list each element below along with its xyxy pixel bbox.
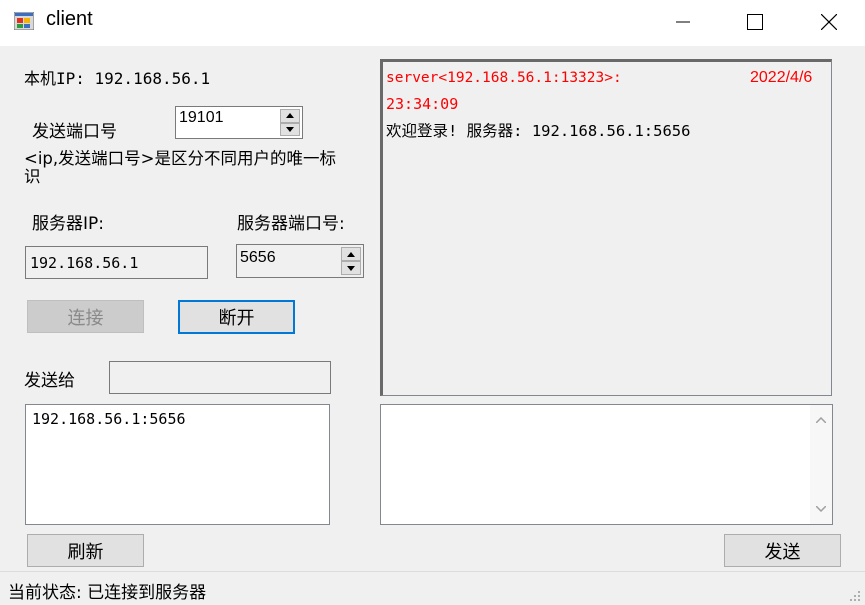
spin-down-button[interactable] xyxy=(341,261,361,275)
caret-down-icon xyxy=(347,265,355,271)
server-port-value: 5656 xyxy=(240,249,276,266)
refresh-button[interactable]: 刷新 xyxy=(27,534,144,567)
message-input[interactable] xyxy=(380,404,833,525)
caret-up-icon xyxy=(286,113,294,119)
send-to-label: 发送给 xyxy=(24,371,75,391)
resize-grip-icon[interactable] xyxy=(849,590,861,602)
send-port-stepper[interactable]: 19101 xyxy=(175,106,303,139)
send-port-value: 19101 xyxy=(179,109,224,126)
message-scrollbar[interactable] xyxy=(810,405,832,524)
caret-up-icon xyxy=(347,251,355,257)
maximize-icon xyxy=(747,14,763,30)
caret-down-icon xyxy=(286,126,294,132)
spin-up-button[interactable] xyxy=(341,247,361,261)
message-log: server<192.168.56.1:13323>: 2022/4/6 23:… xyxy=(380,59,832,396)
app-icon xyxy=(13,11,35,31)
close-button[interactable] xyxy=(800,0,858,44)
log-sender: server<192.168.56.1:13323>: xyxy=(386,70,622,86)
server-ip-input[interactable]: 192.168.56.1 xyxy=(25,246,208,279)
status-text: 当前状态: 已连接到服务器 xyxy=(8,583,207,603)
local-ip-label: 本机IP: 192.168.56.1 xyxy=(24,69,211,88)
close-icon xyxy=(821,14,837,30)
server-ip-label: 服务器IP: xyxy=(32,214,104,234)
status-bar: 当前状态: 已连接到服务器 xyxy=(0,571,865,605)
minimize-icon xyxy=(676,21,690,23)
send-to-input[interactable] xyxy=(109,361,331,394)
spin-down-button[interactable] xyxy=(280,122,300,136)
title-bar: client xyxy=(0,0,865,46)
list-item[interactable]: 192.168.56.1:5656 xyxy=(32,410,186,428)
window-title: client xyxy=(46,8,93,30)
send-button[interactable]: 发送 xyxy=(724,534,841,567)
log-message: 欢迎登录! 服务器: 192.168.56.1:5656 xyxy=(386,122,691,140)
server-ip-value: 192.168.56.1 xyxy=(30,254,139,272)
send-port-label: 发送端口号 xyxy=(32,122,117,142)
spin-up-button[interactable] xyxy=(280,109,300,123)
recipient-list[interactable]: 192.168.56.1:5656 xyxy=(25,404,330,525)
disconnect-button[interactable]: 断开 xyxy=(178,300,295,334)
scroll-down-icon[interactable] xyxy=(816,506,826,512)
log-time: 23:34:09 xyxy=(386,95,459,113)
minimize-button[interactable] xyxy=(654,0,712,44)
scroll-up-icon[interactable] xyxy=(816,417,826,423)
server-port-label: 服务器端口号: xyxy=(237,214,345,234)
unique-id-note: <ip,发送端口号>是区分不同用户的唯一标识 xyxy=(24,149,336,186)
log-date: 2022/4/6 xyxy=(750,69,813,86)
maximize-button[interactable] xyxy=(726,0,784,44)
connect-button[interactable]: 连接 xyxy=(27,300,144,333)
server-port-stepper[interactable]: 5656 xyxy=(236,244,364,278)
